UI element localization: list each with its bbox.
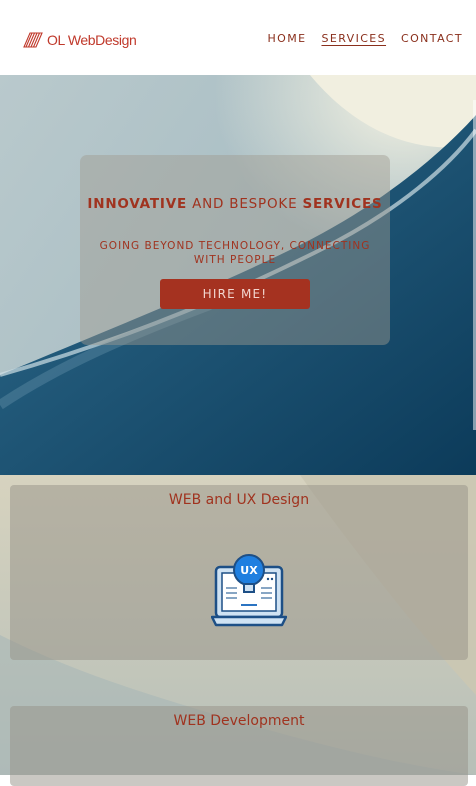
service-title: WEB and UX Design — [168, 492, 310, 508]
logo-text: OL WebDesign — [47, 32, 137, 48]
logo-mark-icon — [23, 32, 43, 48]
ux-badge-text: UX — [240, 564, 258, 577]
logo[interactable]: OL WebDesign — [22, 28, 137, 52]
hero-title-middle: AND BESPOKE — [186, 196, 303, 212]
hero-title: INNOVATIVE AND BESPOKE SERVICES — [80, 196, 390, 212]
nav-contact[interactable]: CONTACT — [401, 32, 463, 45]
nav-home[interactable]: HOME — [267, 32, 306, 45]
site-header: OL WebDesign HOME SERVICES CONTACT — [0, 0, 476, 75]
hero-title-innovative: INNOVATIVE — [87, 196, 187, 212]
hero-title-services: SERVICES — [302, 196, 383, 212]
hero-subtitle: GOING BEYOND TECHNOLOGY, CONNECTING WITH… — [99, 240, 371, 266]
main-nav: HOME SERVICES CONTACT — [267, 32, 463, 45]
service-title: WEB Development — [173, 713, 305, 729]
hire-me-button[interactable]: HIRE ME! — [160, 279, 310, 309]
hero-card: INNOVATIVE AND BESPOKE SERVICES GOING BE… — [80, 155, 390, 345]
service-card-web-ux[interactable]: WEB and UX Design UX — [10, 485, 468, 660]
nav-services[interactable]: SERVICES — [321, 32, 386, 45]
service-card-web-dev[interactable]: WEB Development — [10, 706, 468, 786]
ux-laptop-icon: UX — [211, 554, 287, 627]
